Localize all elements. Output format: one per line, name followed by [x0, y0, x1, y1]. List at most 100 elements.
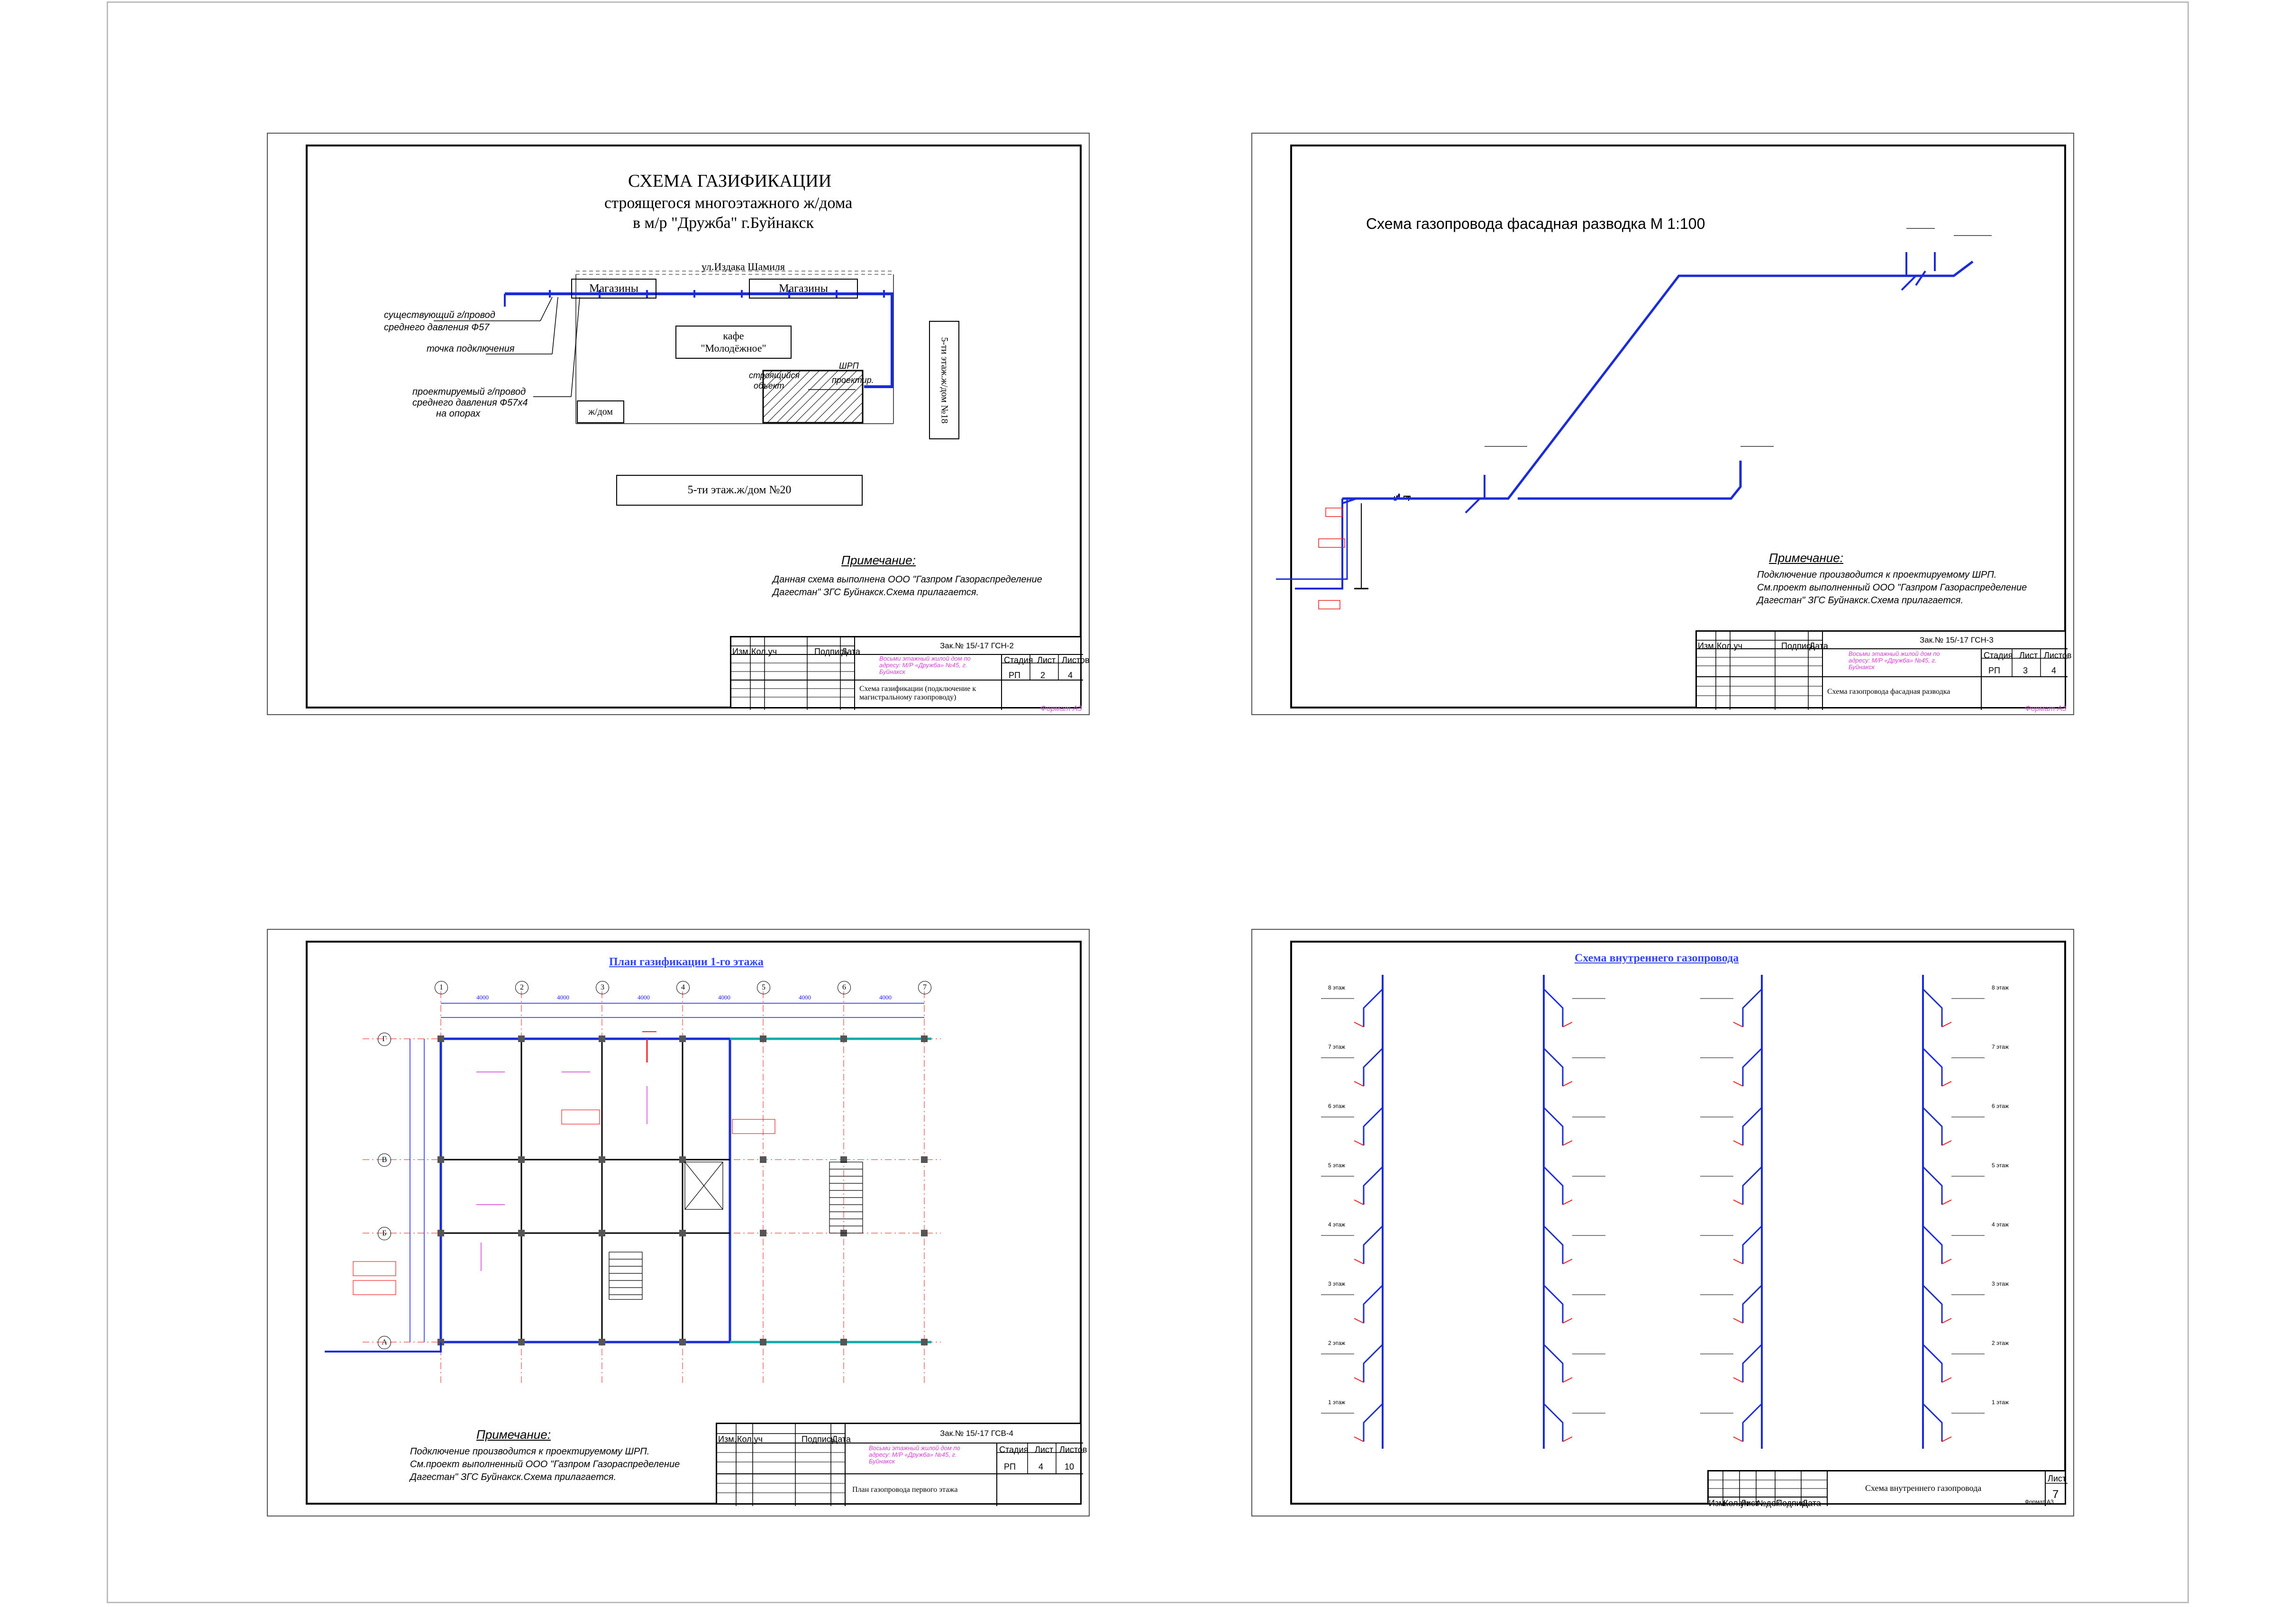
sheet2-note-title: Примечание: [1769, 551, 1843, 565]
sheet1-title: СХЕМА ГАЗИФИКАЦИИ [628, 171, 832, 191]
appliance-mark [1354, 1259, 1364, 1264]
appliance-mark [1733, 1199, 1743, 1205]
branch-pipe [1543, 1344, 1564, 1382]
sheet2-stamp-sheets: 4 [2051, 666, 2057, 675]
stamp-h-sheets: Листов [1062, 655, 1090, 665]
appliance-mark [1733, 1259, 1743, 1264]
stamp-h-sheet: Лист [1035, 1445, 1054, 1454]
street-label: ул.Издака Шамиля [702, 261, 785, 272]
stamp-h-kol: Кол.уч [751, 647, 777, 656]
appliance-mark [1354, 1199, 1364, 1205]
stamp-h-kol: Кол.уч [1717, 641, 1742, 651]
appliance-mark [1733, 1436, 1743, 1442]
floor-label-right: 6 этаж [1992, 1103, 2009, 1109]
branch-pipe [1543, 1107, 1564, 1145]
appliance-mark [1941, 1081, 1952, 1087]
branch-pipe [1922, 988, 1943, 1027]
stamp-h-date: Дата [832, 1434, 851, 1444]
axis-5: 5 [757, 981, 770, 994]
sheet3-note-1: Подключение производится к проектируемом… [410, 1446, 650, 1457]
appliance-mark [1354, 1140, 1364, 1146]
branch-pipe [1922, 1107, 1943, 1145]
branch-pipe [1742, 1047, 1763, 1086]
sheet1-stamp-sheet: 2 [1040, 671, 1046, 680]
branch-pipe [1922, 1166, 1943, 1205]
appliance-mark [1941, 1022, 1952, 1027]
existing-pipe-label-2: среднего давления Ф57 [384, 322, 490, 333]
floor-label-left: 5 этаж [1328, 1162, 1345, 1169]
sheet2-note-2: См.проект выполненный ООО "Газпром Газор… [1757, 582, 2027, 593]
dim-3: 4000 [638, 994, 650, 1001]
sheet1-stamp-sheets: 4 [1068, 671, 1073, 680]
house18-label: 5-ти этаж.ж/дом №18 [939, 336, 950, 424]
branch-pipe [1922, 1047, 1943, 1086]
appliance-mark [1354, 1022, 1364, 1027]
title-block-sheet4: Схема внутреннего газопровода Лист 7 Изм… [1707, 1470, 2068, 1508]
dim-1: 4000 [476, 994, 489, 1001]
sheet1-subtitle1: строящегося многоэтажного ж/дома [604, 194, 853, 212]
appliance-mark [1354, 1318, 1364, 1324]
axis-B: Б [378, 1227, 391, 1240]
floor-label-right: 2 этаж [1992, 1340, 2009, 1346]
shops-building-1: Магазины [571, 279, 656, 299]
sheet2-stamp-sheet: 3 [2023, 666, 2028, 675]
stamp-h-sheet: Лист [2019, 651, 2038, 660]
appliance-mark [1941, 1436, 1952, 1442]
dim-4: 4000 [718, 994, 730, 1001]
axis-4: 4 [676, 981, 690, 994]
branch-pipe [1543, 1166, 1564, 1205]
appliance-mark [1562, 1140, 1573, 1146]
sheet-first-floor-plan[interactable]: План газификации 1-го этажа 1 2 3 4 5 6 … [267, 929, 1090, 1516]
floor-label-left: 4 этаж [1328, 1221, 1345, 1228]
branch-pipe [1543, 988, 1564, 1027]
branch-pipe [1543, 1225, 1564, 1264]
branch-pipe [1363, 988, 1384, 1027]
stamp-h-date: Дата [841, 647, 860, 656]
sheet1-note-2: Дагестан" ЗГС Буйнакск.Схема прилагается… [773, 587, 979, 598]
branch-pipe [1363, 1403, 1384, 1442]
sheet2-stamp-stage: РП [1988, 666, 2000, 675]
projected-pipe-label-2: среднего давления Ф57х4 [412, 398, 528, 408]
axis-1: 1 [435, 981, 448, 994]
sheet3-title: План газификации 1-го этажа [609, 956, 764, 968]
sheet-facade-gas-pipe[interactable]: Схема газопровода фасадная разводка М 1:… [1251, 133, 2074, 715]
stamp-h-sheets: Листов [2044, 651, 2072, 660]
object-label-1: строящийся [749, 371, 800, 380]
sheet2-format: Формат А3 [2025, 705, 2067, 713]
sheet2-note-1: Подключение производится к проектируемом… [1757, 570, 1997, 580]
dim-6: 4000 [879, 994, 892, 1001]
branch-pipe [1742, 1225, 1763, 1264]
stamp-h-kol: Кол.уч [737, 1434, 763, 1444]
floor-label-left: 1 этаж [1328, 1399, 1345, 1406]
sheet3-stamp-stage: РП [1004, 1462, 1016, 1471]
axis-G: Г [378, 1033, 391, 1046]
branch-pipe [1742, 988, 1763, 1027]
branch-pipe [1742, 1344, 1763, 1382]
branch-pipe [1363, 1284, 1384, 1323]
appliance-mark [1354, 1081, 1364, 1087]
branch-pipe [1742, 1403, 1763, 1442]
sheet3-stamp-sheets: 10 [1065, 1462, 1075, 1471]
sheet4-stamp-sheet-label: Лист [2048, 1474, 2067, 1483]
branch-pipe [1363, 1166, 1384, 1205]
house-20: 5-ти этаж.ж/дом №20 [616, 475, 863, 506]
appliance-mark [1941, 1318, 1952, 1324]
sheet-gasification-scheme[interactable]: СХЕМА ГАЗИФИКАЦИИ строящегося многоэтажн… [267, 133, 1090, 715]
floor-label-left: 6 этаж [1328, 1103, 1345, 1109]
sheet3-stamp-address: Восьми этажный жилой дом по адресу: М/Р … [869, 1444, 960, 1465]
branch-pipe [1363, 1344, 1384, 1382]
sheet1-stamp-address: Восьми этажный жилой дом по адресу: М/Р … [879, 655, 971, 675]
shops-label-1: Магазины [589, 282, 638, 295]
floor-label-right: 1 этаж [1992, 1399, 2009, 1406]
floor-label-left: 3 этаж [1328, 1280, 1345, 1287]
appliance-mark [1733, 1140, 1743, 1146]
branch-pipe [1742, 1107, 1763, 1145]
sheet2-stamp-address: Восьми этажный жилой дом по адресу: М/Р … [1849, 650, 1940, 671]
house-small-label: ж/дом [588, 406, 613, 417]
floor-label-right: 3 этаж [1992, 1280, 2009, 1287]
branch-pipe [1742, 1166, 1763, 1205]
appliance-mark [1941, 1140, 1952, 1146]
sheet-internal-gas-scheme[interactable]: Схема внутреннего газопровода Схема внут… [1251, 929, 2074, 1516]
branch-pipe [1363, 1047, 1384, 1086]
floor-label-left: 7 этаж [1328, 1044, 1345, 1050]
